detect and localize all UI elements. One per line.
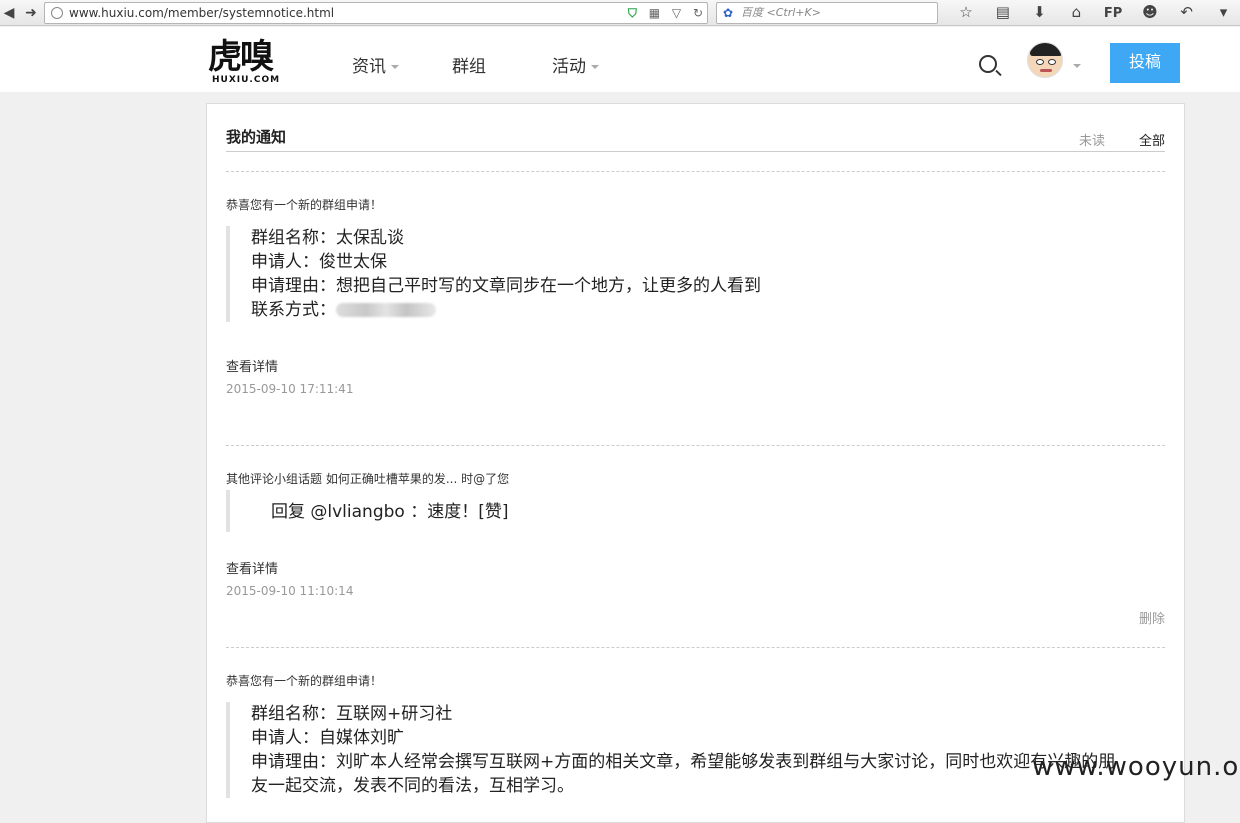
notice-line: 联系方式： bbox=[251, 300, 336, 320]
panel-header: 我的通知 未读 全部 bbox=[226, 126, 1165, 152]
filter-all-link[interactable]: 全部 bbox=[1139, 130, 1165, 149]
redacted-contact bbox=[336, 303, 436, 317]
browser-toolbar: ◀ ➜ www.huxiu.com/member/systemnotice.ht… bbox=[0, 0, 1240, 26]
globe-icon bbox=[51, 7, 63, 19]
nav-label: 活动 bbox=[552, 57, 586, 77]
home-icon[interactable]: ⌂ bbox=[1060, 3, 1092, 21]
notice-content: 群组名称：互联网+研习社 申请人：自媒体刘旷 申请理由：刘旷本人经常会撰写互联网… bbox=[226, 702, 1156, 798]
notice-line: 群组名称：互联网+研习社 bbox=[251, 704, 453, 724]
search-icon[interactable] bbox=[979, 55, 997, 73]
notice-title: 恭喜您有一个新的群组申请！ bbox=[226, 198, 383, 212]
notice-content: 群组名称：太保乱谈 申请人：俊世太保 申请理由：想把自己平时写的文章同步在一个地… bbox=[226, 226, 761, 322]
notice-line: 申请理由：想把自己平时写的文章同步在一个地方，让更多的人看到 bbox=[251, 276, 761, 296]
reading-list-icon[interactable]: ▤ bbox=[987, 3, 1019, 21]
notice-title: 恭喜您有一个新的群组申请！ bbox=[226, 674, 383, 688]
nav-item-groups[interactable]: 群组 bbox=[452, 52, 486, 77]
bookmark-star-icon[interactable]: ☆ bbox=[950, 3, 982, 21]
filter-unread-link[interactable]: 未读 bbox=[1079, 130, 1105, 149]
search-placeholder: 百度 <Ctrl+K> bbox=[741, 6, 821, 19]
logo-english: HUXIU.COM bbox=[212, 75, 281, 85]
notice-item: 恭喜您有一个新的群组申请！ 群组名称：互联网+研习社 申请人：自媒体刘旷 申请理… bbox=[226, 647, 1165, 807]
notice-line: 友一起交流，发表不同的看法，互相学习。 bbox=[251, 776, 574, 796]
notice-line: 回复 @lvliangbo ：速度！[赞] bbox=[271, 502, 509, 522]
notice-line: 申请人：自媒体刘旷 bbox=[251, 728, 404, 748]
logo-chinese: 虎嗅 bbox=[208, 37, 274, 77]
baidu-paw-icon: ✿ bbox=[723, 6, 734, 20]
view-detail-link[interactable]: 查看详情 bbox=[226, 356, 278, 375]
chevron-down-icon bbox=[391, 65, 399, 69]
submit-article-button[interactable]: 投稿 bbox=[1110, 43, 1180, 83]
undo-icon[interactable]: ↶ bbox=[1171, 3, 1203, 21]
dropdown-icon[interactable]: ▽ bbox=[672, 6, 681, 20]
site-header: 虎嗅 HUXIU.COM 资讯 群组 活动 投稿 bbox=[0, 27, 1240, 92]
url-text: www.huxiu.com/member/systemnotice.html bbox=[69, 6, 335, 20]
avatar[interactable] bbox=[1027, 42, 1063, 78]
notice-content: 回复 @lvliangbo ：速度！[赞] bbox=[226, 490, 508, 532]
notice-timestamp: 2015-09-10 11:10:14 bbox=[226, 584, 354, 598]
nav-label: 群组 bbox=[452, 57, 486, 77]
huxiu-logo[interactable]: 虎嗅 HUXIU.COM bbox=[208, 37, 281, 87]
chat-icon[interactable]: ☻ bbox=[1134, 3, 1166, 21]
chevron-down-icon[interactable] bbox=[1073, 64, 1081, 68]
nav-item-events[interactable]: 活动 bbox=[552, 52, 599, 77]
notice-title: 其他评论小组话题 如何正确吐槽苹果的发... 时@了您 bbox=[226, 472, 510, 486]
delete-button[interactable]: 删除 bbox=[1139, 608, 1165, 627]
notifications-panel: 我的通知 未读 全部 恭喜您有一个新的群组申请！ 群组名称：太保乱谈 申请人：俊… bbox=[206, 103, 1185, 823]
notice-line: 申请人：俊世太保 bbox=[251, 252, 387, 272]
chevron-down-icon bbox=[591, 65, 599, 69]
notice-line: 群组名称：太保乱谈 bbox=[251, 228, 404, 248]
qr-code-icon[interactable]: ▦ bbox=[649, 6, 660, 20]
reload-icon[interactable]: ↻ bbox=[693, 6, 703, 20]
page-title: 我的通知 bbox=[226, 128, 287, 146]
nav-item-news[interactable]: 资讯 bbox=[352, 52, 399, 77]
notice-line: 申请理由：刘旷本人经常会撰写互联网+方面的相关文章，希望能够发表到群组与大家讨论… bbox=[251, 752, 1116, 772]
back-arrow-icon[interactable]: ◀ bbox=[0, 4, 18, 22]
forward-arrow-icon[interactable]: ➜ bbox=[22, 4, 40, 22]
address-bar[interactable]: www.huxiu.com/member/systemnotice.html ⛉… bbox=[44, 2, 708, 24]
shield-icon[interactable]: ⛉ bbox=[628, 6, 637, 20]
notice-timestamp: 2015-09-10 17:11:41 bbox=[226, 382, 354, 396]
search-bar[interactable]: ✿ 百度 <Ctrl+K> bbox=[716, 2, 938, 24]
nav-label: 资讯 bbox=[352, 57, 386, 77]
watermark: www.wooyun.org bbox=[1032, 752, 1240, 782]
fp-button[interactable]: FP bbox=[1097, 6, 1129, 21]
notice-item: 恭喜您有一个新的群组申请！ 群组名称：太保乱谈 申请人：俊世太保 申请理由：想把… bbox=[226, 171, 1165, 445]
menu-chevron-icon[interactable]: ▾ bbox=[1207, 3, 1239, 21]
notice-item: 其他评论小组话题 如何正确吐槽苹果的发... 时@了您 回复 @lvliangb… bbox=[226, 445, 1165, 647]
download-icon[interactable]: ⬇ bbox=[1024, 3, 1056, 21]
view-detail-link[interactable]: 查看详情 bbox=[226, 558, 278, 577]
